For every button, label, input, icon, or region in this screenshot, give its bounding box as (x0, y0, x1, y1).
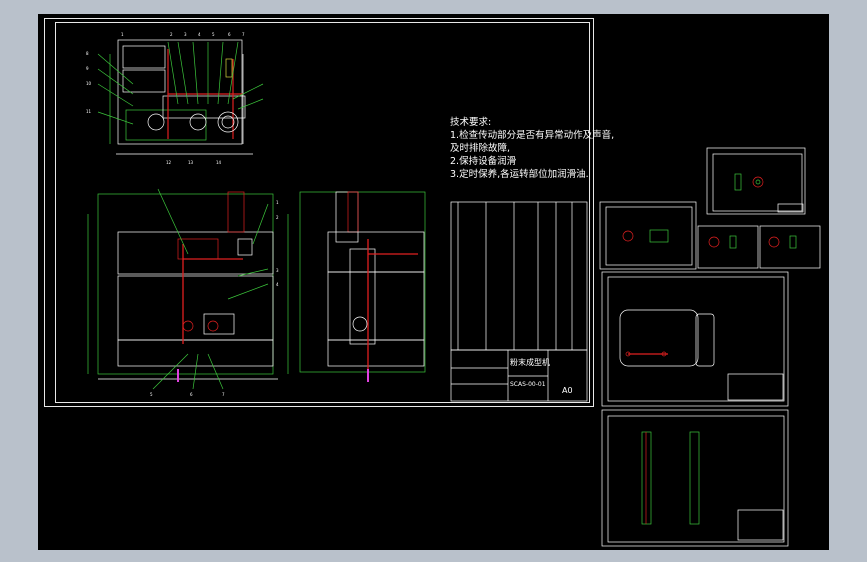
detail-sheet-1 (706, 147, 806, 215)
tech-req-item-3: 2.保持设备润滑 (450, 156, 517, 167)
front-view (87, 188, 289, 390)
svg-text:1: 1 (276, 200, 279, 205)
svg-text:14: 14 (216, 160, 222, 165)
side-view (299, 191, 426, 382)
svg-text:2: 2 (276, 215, 279, 220)
cad-drawing-canvas: 1234567 8 9 10 11 12 13 14 1234 567 技术要求: 1.检… (38, 14, 829, 550)
tech-req-heading: 技术要求: (450, 117, 492, 128)
svg-text:5: 5 (212, 32, 215, 37)
title-block-drawing-no: SCAS-00-01 (510, 381, 546, 388)
detail-sheet-4 (759, 225, 821, 269)
svg-text:1: 1 (121, 32, 124, 37)
detail-sheet-5 (601, 271, 789, 407)
svg-text:8: 8 (86, 51, 89, 56)
svg-text:6: 6 (228, 32, 231, 37)
svg-text:3: 3 (184, 32, 187, 37)
detail-sheet-2 (599, 201, 697, 270)
title-block-name: 粉末成型机 (510, 358, 550, 367)
tech-req-item-4: 3.定时保养,各运转部位加润滑油. (450, 169, 589, 180)
detail-sheet-3 (697, 225, 759, 269)
cad-linework: 1234567 891011 12 13 14 1234 567 (86, 32, 821, 547)
parts-list-table (450, 201, 588, 351)
svg-text:4: 4 (276, 282, 279, 287)
svg-text:5: 5 (150, 392, 153, 397)
title-block-scale: A0 (562, 386, 573, 395)
svg-text:4: 4 (198, 32, 201, 37)
svg-text:10: 10 (86, 81, 92, 86)
tech-req-item-1: 1.检查传动部分是否有异常动作及声音, (450, 130, 615, 141)
detail-sheet-6 (601, 409, 789, 547)
tech-req-item-2: 及时排除故障, (450, 143, 511, 154)
top-view (97, 39, 264, 155)
svg-text:9: 9 (86, 66, 89, 71)
svg-text:13: 13 (188, 160, 194, 165)
svg-text:7: 7 (242, 32, 245, 37)
svg-text:11: 11 (86, 109, 92, 114)
svg-text:12: 12 (166, 160, 172, 165)
svg-text:2: 2 (170, 32, 173, 37)
svg-text:3: 3 (276, 268, 279, 273)
svg-text:6: 6 (190, 392, 193, 397)
technical-requirements: 技术要求: 1.检查传动部分是否有异常动作及声音, 及时排除故障, 2.保持设备… (450, 116, 614, 181)
svg-text:7: 7 (222, 392, 225, 397)
